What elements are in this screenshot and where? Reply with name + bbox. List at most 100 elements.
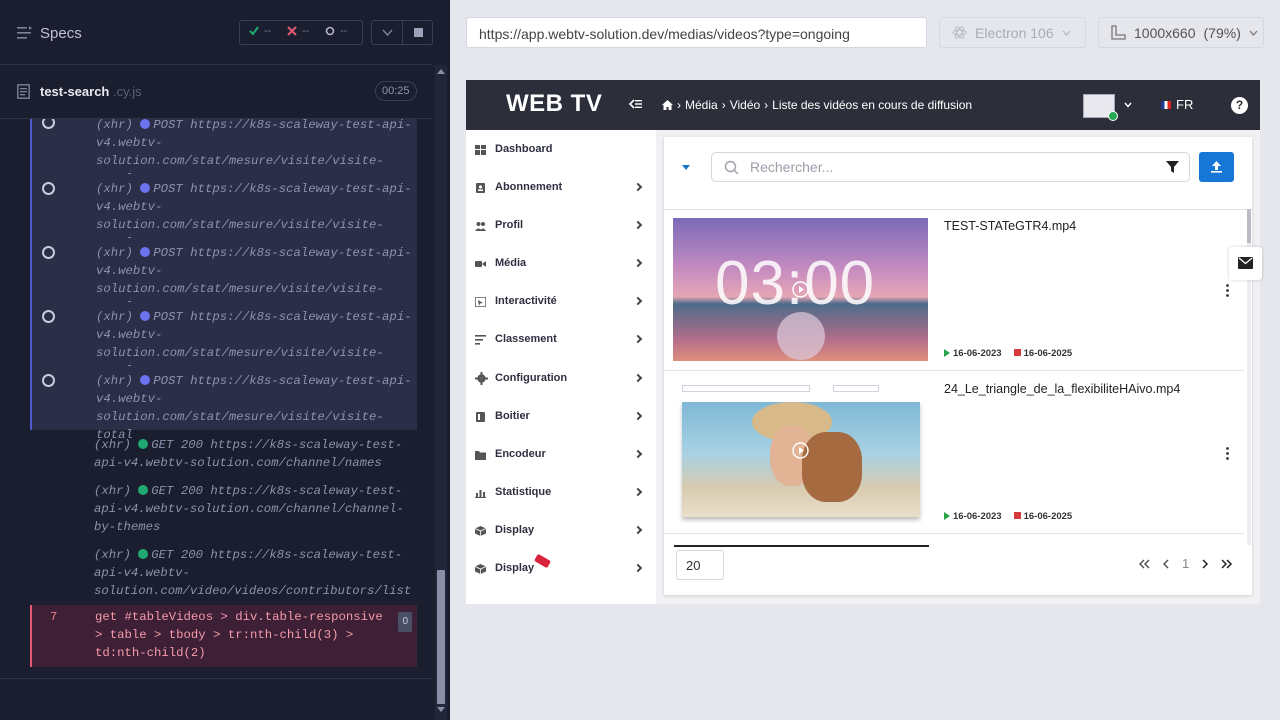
first-page-icon[interactable] [1138, 558, 1150, 569]
specs-label[interactable]: Specs [40, 25, 82, 42]
log-row[interactable]: (xhr) GET 200 https://k8s-scaleway-test-… [30, 541, 417, 605]
log-row[interactable]: (xhr) POST https://k8s-scaleway-test-api… [30, 366, 417, 442]
video-row[interactable]: 24_Le_triangle_de_la_flexibiliteHAivo.mp… [664, 372, 1244, 534]
nav-label: Abonnement [495, 181, 563, 193]
log-tag: (xhr) [96, 182, 133, 196]
scroll-down-icon[interactable] [437, 707, 445, 712]
log-row[interactable]: (xhr) POST https://k8s-scaleway-test-api… [30, 238, 417, 314]
chevron-right-icon [633, 449, 643, 459]
app-frame: WEB TV Dashboard Abonnement Profil Média… [466, 80, 1260, 604]
status-dot [140, 247, 151, 257]
log-text: (xhr) GET 200 https://k8s-scaleway-test-… [94, 482, 414, 536]
end-date-icon [1013, 512, 1021, 519]
log-row[interactable]: (xhr) POST https://k8s-scaleway-test-api… [30, 174, 417, 250]
current-page[interactable]: 1 [1182, 556, 1189, 571]
log-row[interactable]: (xhr) POST https://k8s-scaleway-test-api… [30, 302, 417, 378]
log-row[interactable]: (xhr) GET 200 https://k8s-scaleway-test-… [30, 431, 417, 477]
failed-command-text: get #tableVideos > div.table-responsive … [95, 610, 383, 660]
start-date-text: 16-06-2023 [953, 348, 1002, 359]
scrollbar-thumb[interactable] [437, 570, 445, 704]
nav-item-display[interactable]: Display [466, 512, 656, 550]
spec-extension: .cy.js [113, 84, 142, 99]
stop-icon[interactable] [414, 28, 423, 37]
nav-item-configuration[interactable]: Configuration [466, 360, 656, 398]
search-icon [724, 160, 739, 175]
scroll-up-icon[interactable] [437, 69, 445, 74]
failed-command-row[interactable]: 7 get #tableVideos > div.table-responsiv… [30, 605, 417, 667]
status-dot [138, 485, 149, 495]
logo-bar: WEB TV [466, 80, 656, 130]
previous-page-icon[interactable] [1162, 558, 1170, 569]
more-options-icon[interactable] [1226, 447, 1229, 460]
status-dot [138, 439, 149, 449]
nav-item-classement[interactable]: Classement [466, 321, 656, 359]
nav-item-media[interactable]: Média [466, 245, 656, 283]
video-thumbnail[interactable]: 03:00 [673, 218, 928, 361]
video-title[interactable]: TEST-STATeGTR4.mp4 [944, 219, 1076, 233]
next-page-icon[interactable] [1201, 558, 1209, 569]
chevron-down-icon[interactable] [382, 29, 393, 37]
chevron-right-icon [633, 525, 643, 535]
contact-button[interactable] [1229, 247, 1262, 280]
chevron-down-icon [1062, 30, 1071, 36]
folder-icon [475, 451, 486, 460]
last-page-icon[interactable] [1221, 558, 1233, 569]
nav-item-encodeur[interactable]: Encodeur [466, 436, 656, 474]
run-controls [371, 20, 433, 45]
breadcrumb-separator: › [721, 98, 726, 112]
pending-spinner-icon [42, 310, 55, 323]
browser-selector[interactable]: Electron 106 [939, 17, 1086, 48]
video-thumbnail[interactable] [673, 381, 928, 524]
pending-stat: -- [325, 25, 347, 37]
upload-button[interactable] [1199, 152, 1234, 182]
chevron-right-icon [633, 563, 643, 573]
nav-item-abonnement[interactable]: Abonnement [466, 169, 656, 207]
dashboard-icon [475, 145, 486, 155]
spec-name: test-search .cy.js [40, 84, 142, 99]
log-tag: (xhr) [96, 246, 133, 260]
viewport-selector[interactable]: 1000x660 (79%) [1098, 17, 1264, 48]
log-tag: (xhr) [96, 119, 133, 132]
ruler-icon [1111, 25, 1126, 40]
nav-item-boitier[interactable]: Boitier [466, 398, 656, 436]
video-row[interactable]: 03:00 TEST-STATeGTR4.mp4 16-06-2023 16-0… [664, 209, 1244, 371]
breadcrumb-item[interactable]: Média [685, 98, 718, 112]
url-bar[interactable]: https://app.webtv-solution.dev/medias/vi… [466, 17, 927, 48]
scrollbar-thumb[interactable] [1247, 209, 1251, 243]
nav-item-dashboard[interactable]: Dashboard [466, 131, 656, 169]
more-options-icon[interactable] [1226, 284, 1229, 297]
nav-label: Boitier [495, 410, 530, 422]
file-icon [17, 84, 30, 99]
collapse-sidebar-icon[interactable] [628, 97, 642, 111]
filter-icon[interactable] [1166, 161, 1179, 174]
video-list-card: 03:00 TEST-STATeGTR4.mp4 16-06-2023 16-0… [664, 137, 1252, 595]
passed-stat: -- [249, 25, 271, 37]
log-row[interactable]: (xhr) GET 200 https://k8s-scaleway-test-… [30, 477, 417, 541]
nav-item-statistique[interactable]: Statistique [466, 474, 656, 512]
specs-menu-icon[interactable] [17, 26, 33, 40]
viewport-size: 1000x660 [1134, 24, 1196, 41]
cube-icon [475, 526, 486, 536]
filter-toggle-icon[interactable] [682, 165, 690, 170]
breadcrumb: › Média › Vidéo › Liste des vidéos en co… [662, 98, 972, 112]
log-row[interactable]: (xhr) POST https://k8s-scaleway-test-api… [30, 119, 417, 186]
help-button[interactable]: ? [1231, 97, 1248, 114]
home-icon[interactable] [662, 100, 673, 110]
language-selector[interactable]: FR [1161, 97, 1193, 112]
video-title[interactable]: 24_Le_triangle_de_la_flexibiliteHAivo.mp… [944, 382, 1180, 396]
nav-item-interactivite[interactable]: Interactivité [466, 283, 656, 321]
chevron-down-icon[interactable] [1124, 102, 1132, 108]
command-number: 7 [50, 610, 58, 624]
search-input[interactable] [750, 155, 1150, 179]
nav-item-profil[interactable]: Profil [466, 207, 656, 245]
nav-label: Dashboard [495, 143, 553, 155]
log-tag: (xhr) [96, 374, 133, 388]
nav-item-display-2[interactable]: Display [466, 550, 656, 588]
reporter-scrollbar[interactable] [435, 65, 447, 720]
start-date: 16-06-2023 [944, 511, 1002, 522]
chevron-right-icon [633, 220, 643, 230]
breadcrumb-item[interactable]: Vidéo [730, 98, 760, 112]
spec-runnable[interactable]: test-search .cy.js 00:25 [0, 65, 432, 119]
divider [674, 545, 929, 547]
page-size-select[interactable]: 20 [676, 550, 724, 580]
